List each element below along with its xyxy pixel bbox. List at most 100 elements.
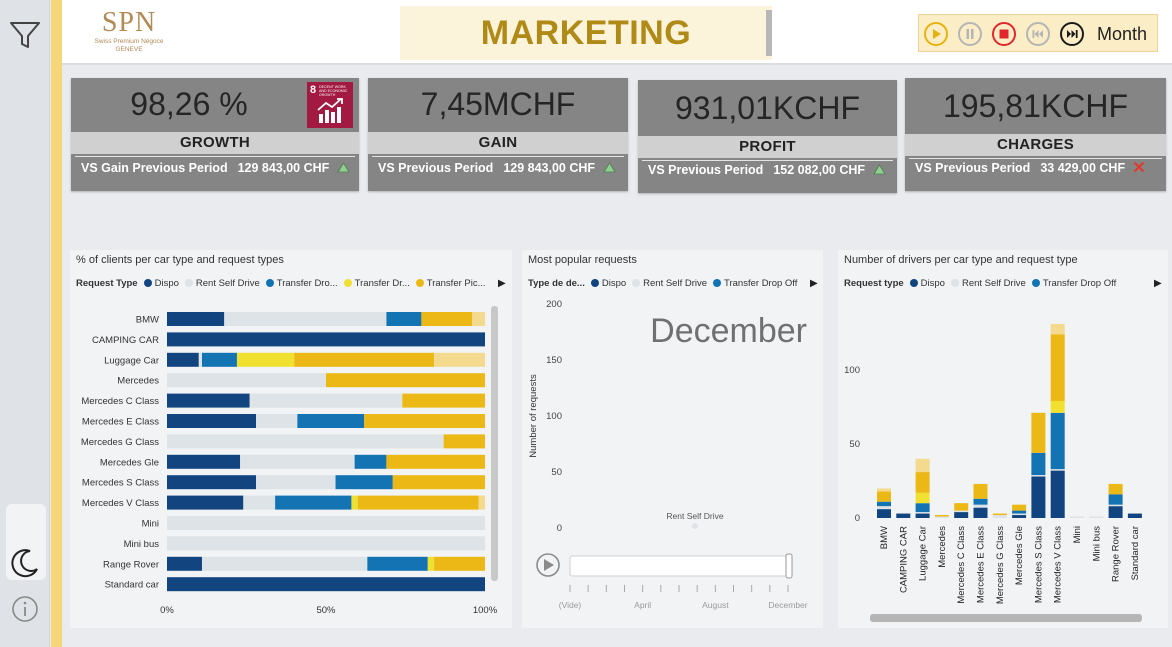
bar-segment [167,454,241,469]
bar-segment [1050,400,1065,413]
previous-icon[interactable] [1025,21,1051,47]
play-axis-label: (Vide) [559,600,582,610]
bar-segment [1050,469,1065,471]
bar-segment [402,393,485,408]
kpi-label: PROFIT [638,136,897,158]
y-tick-label: 0 [557,523,562,534]
bar-segment [1050,470,1065,518]
growth-chart-icon [317,98,343,123]
filter-icon[interactable] [8,18,42,52]
bar-segment [915,472,930,493]
report-canvas: SPN Swiss Premium Négoce GENEVE MARKETIN… [0,0,1172,647]
kpi-compare-label: VS Gain Previous Period [81,161,228,175]
bar-segment [877,501,891,507]
bar-segment [1050,334,1065,401]
y-tick-label: 50 [551,467,562,478]
bar-segment [421,312,473,326]
y-tick-label: 50 [849,439,860,450]
y-tick-label: 0 [855,513,860,524]
legend-title: Request Type [76,278,138,289]
info-icon[interactable] [10,594,40,624]
bar-segment [240,454,355,469]
next-icon[interactable] [1059,21,1085,47]
kpi-compare-value: 129 843,00 CHF [237,161,330,175]
bar-segment [915,492,930,504]
legend-item-label: Rent Self Drive [195,278,260,289]
popular-requests-chart: Most popular requests Type de de... Dispo… [522,250,823,628]
sdg-label: DECENT WORK AND ECONOMIC GROWTH [319,85,348,97]
legend-item[interactable]: Transfer Pic... [415,278,486,289]
logo-subtitle: Swiss Premium Négoce [94,38,164,45]
category-label: Mercedes S Class [1033,526,1044,603]
kpi-compare-value: 33 429,00 CHF [1040,161,1126,175]
bar-segment [224,312,387,326]
category-label: Range Rover [1111,526,1122,582]
kpi-card-gain: 7,45MCHF GAIN VS Previous Period 129 843,… [368,78,628,191]
bar-segment [297,414,365,428]
pct-clients-chart: % of clients per car type and request ty… [70,250,512,628]
point-label: Rent Self Drive [666,511,723,521]
stop-icon[interactable] [991,21,1017,47]
category-label: Mini [142,519,159,530]
bar-segment [934,516,949,518]
bar-segment [326,373,485,388]
legend-item[interactable]: Transfer Dro... [265,278,338,289]
bar-segment [386,454,485,469]
logo-text: SPN [101,7,157,38]
bar-segment [877,506,891,510]
pause-icon[interactable] [957,21,983,47]
bar-segment [167,393,250,408]
bar-segment [877,509,891,518]
kpi-value: 931,01KCHF [675,90,860,126]
moon-icon[interactable] [8,546,42,580]
data-point [692,523,698,529]
legend-item[interactable]: Transfer Dr... [343,278,410,289]
kpi-compare-value: 152 082,00 CHF [773,163,866,177]
title-divider [766,10,772,56]
category-label: BMW [136,315,159,326]
legend-item-label: Transfer Dro... [276,278,338,289]
play-axis-label: April [634,600,651,610]
bar-segment [236,352,295,367]
bar-segment [243,495,276,510]
bar-segment [256,414,298,428]
y-axis-label: Number of requests [528,374,539,458]
kpi-card-charges: 195,81KCHF CHARGES VS Previous Period 33 … [905,78,1166,191]
title-banner: MARKETING [400,6,772,60]
x-tick-label: 0% [160,605,174,616]
y-tick-label: 100 [844,365,860,376]
header: SPN Swiss Premium Négoce GENEVE MARKETIN… [62,0,1172,65]
category-label: Mercedes V Class [82,498,159,509]
category-label: CAMPING CAR [92,335,159,346]
bar-segment [915,512,930,514]
category-label: Mini [1072,526,1083,543]
legend-item[interactable]: Dispo [143,278,179,289]
category-label: Luggage Car [104,355,159,366]
bar-segment [973,498,988,505]
bar-segment [249,393,403,408]
kpi-compare-value: 129 843,00 CHF [503,161,596,175]
legend-item[interactable]: Rent Self Drive [184,278,260,289]
trend-up-icon [872,164,886,175]
kpi-comparison: VS Previous Period 152 082,00 CHF [648,160,886,180]
kpi-compare-label: VS Previous Period [648,163,764,177]
kpi-card-growth: 98,26 % 8 DECENT WORK AND ECONOMIC GROWT… [71,78,359,191]
bar-segment [1031,476,1046,518]
category-label: Mercedes G Class [995,526,1006,604]
bar-segment [954,503,969,511]
trend-down-icon [1133,161,1144,173]
play-icon[interactable] [923,21,949,47]
kpi-value: 7,45MCHF [420,86,576,122]
kpi-comparison: VS Previous Period 33 429,00 CHF [915,158,1145,178]
popular-plot-area: 0 50 100 150 200 Number of requests December Re… [528,299,808,610]
play-axis-thumb[interactable] [785,553,793,579]
bar-segment [357,495,479,510]
bar-segment [367,556,428,571]
bar-segment [201,352,237,367]
bar-segment [351,495,358,510]
bar-segment [992,515,1007,518]
x-tick-label: 100% [473,605,498,616]
chart-title: % of clients per car type and request ty… [76,254,284,266]
bar-segment [1050,412,1065,470]
legend-next-icon[interactable]: ▶ [498,278,506,289]
